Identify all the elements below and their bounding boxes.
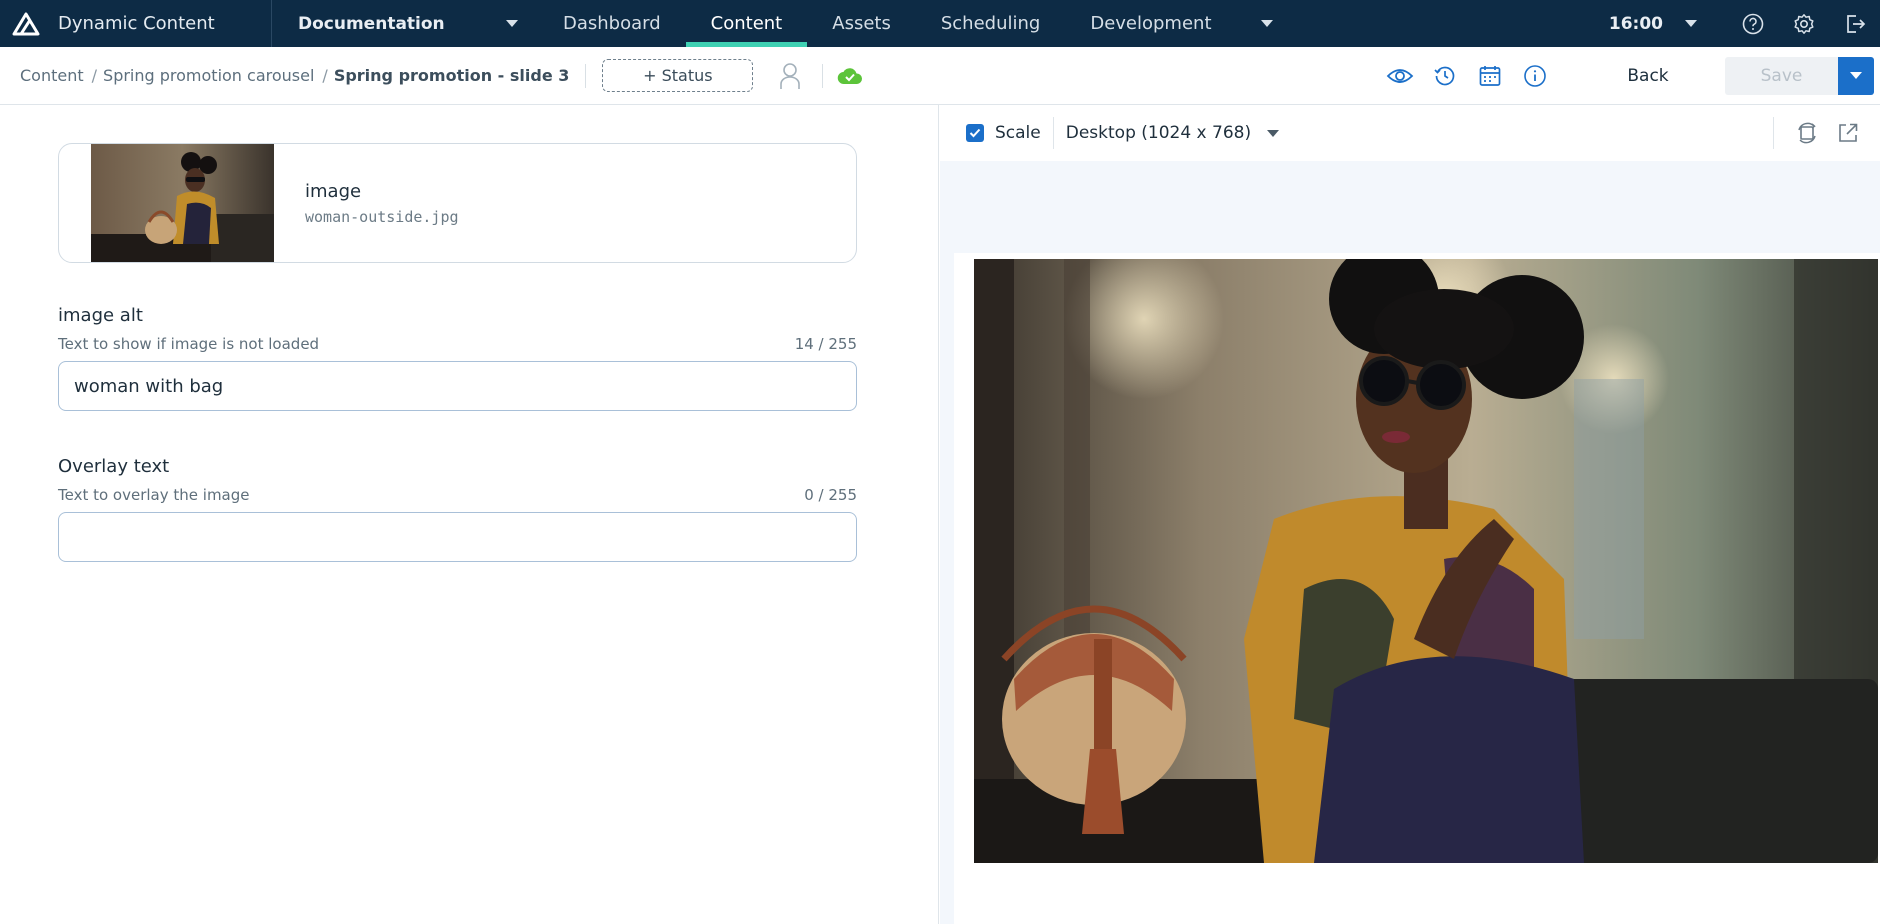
breadcrumb-item[interactable]: Spring promotion carousel [103,66,314,85]
image-alt-label: image alt [58,305,143,326]
tab-assets[interactable]: Assets [807,0,916,47]
history-icon[interactable] [1422,64,1467,88]
scale-label: Scale [995,123,1041,143]
preview-toolbar: Scale Desktop (1024 x 768) [940,105,1880,161]
overlay-text-field: Overlay text Text to overlay the image 0… [58,456,857,562]
top-navigation: Dynamic Content Documentation Dashboard … [0,0,1880,47]
image-alt-field: image alt Text to show if image is not l… [58,305,857,411]
chevron-down-icon [1260,20,1273,27]
rotate-icon[interactable] [1786,121,1827,145]
info-icon[interactable] [1512,64,1557,88]
divider [822,63,824,88]
image-alt-input[interactable]: woman with bag [58,361,857,411]
add-status-button[interactable]: + Status [602,59,754,92]
preview-panel: Scale Desktop (1024 x 768) [940,105,1880,924]
tab-dashboard[interactable]: Dashboard [538,0,686,47]
breadcrumb-separator: / [322,66,328,85]
hub-name: Documentation [298,13,445,34]
breadcrumb-separator: / [91,66,98,85]
overlay-text-help: Text to overlay the image [58,486,250,504]
save-options-button[interactable] [1838,56,1874,95]
image-filename: woman-outside.jpg [305,207,459,226]
clock: 16:00 [1608,13,1663,34]
image-chooser-card[interactable]: image woman-outside.jpg [58,143,857,263]
divider [585,63,587,88]
image-alt-char-count: 14 / 255 [794,335,857,353]
assignee-icon[interactable] [767,62,812,90]
breadcrumb: Content / Spring promotion carousel / Sp… [0,66,569,85]
app-logo-icon[interactable] [0,0,44,47]
preview-image [974,259,1878,863]
preview-frame [954,253,1880,924]
app-name[interactable]: Dynamic Content [44,0,272,47]
device-dropdown-toggle[interactable] [1267,129,1280,137]
logout-icon[interactable] [1829,0,1880,47]
tab-scheduling[interactable]: Scheduling [916,0,1065,47]
tab-content[interactable]: Content [685,0,808,47]
chevron-down-icon [1850,72,1862,79]
breadcrumb-item[interactable]: Content [20,66,84,85]
image-field-title: image [305,180,362,202]
clock-menu-toggle[interactable] [1685,0,1727,47]
chevron-down-icon [1685,20,1697,27]
chevron-down-icon [506,20,518,27]
save-button[interactable]: Save [1725,56,1838,95]
development-menu-toggle[interactable] [1237,0,1285,47]
divider [1052,117,1054,149]
back-button[interactable]: Back [1609,57,1687,95]
help-icon[interactable] [1727,0,1778,47]
calendar-icon[interactable] [1467,64,1512,88]
cloud-check-icon [833,67,867,85]
settings-icon[interactable] [1778,0,1829,47]
image-alt-help: Text to show if image is not loaded [58,335,320,353]
image-alt-help-row: Text to show if image is not loaded 14 /… [58,335,857,353]
divider [1773,117,1774,149]
breadcrumb-current: Spring promotion - slide 3 [333,66,570,85]
content-toolbar: Content / Spring promotion carousel / Sp… [0,47,1880,105]
tab-development[interactable]: Development [1065,0,1236,47]
content-form: image woman-outside.jpg image alt Text t… [0,105,939,924]
image-thumbnail [91,144,274,262]
scale-checkbox[interactable] [966,124,984,142]
eye-icon[interactable] [1377,66,1422,86]
hub-selector[interactable]: Documentation [272,0,538,47]
overlay-text-help-row: Text to overlay the image 0 / 255 [58,486,857,504]
overlay-text-label: Overlay text [58,456,170,477]
image-card-text: image woman-outside.jpg [305,181,459,226]
chevron-down-icon [1267,129,1280,137]
device-selector[interactable]: Desktop (1024 x 768) [1066,123,1251,143]
overlay-text-input[interactable] [58,512,857,562]
overlay-text-char-count: 0 / 255 [804,486,857,504]
open-external-icon[interactable] [1827,122,1868,144]
